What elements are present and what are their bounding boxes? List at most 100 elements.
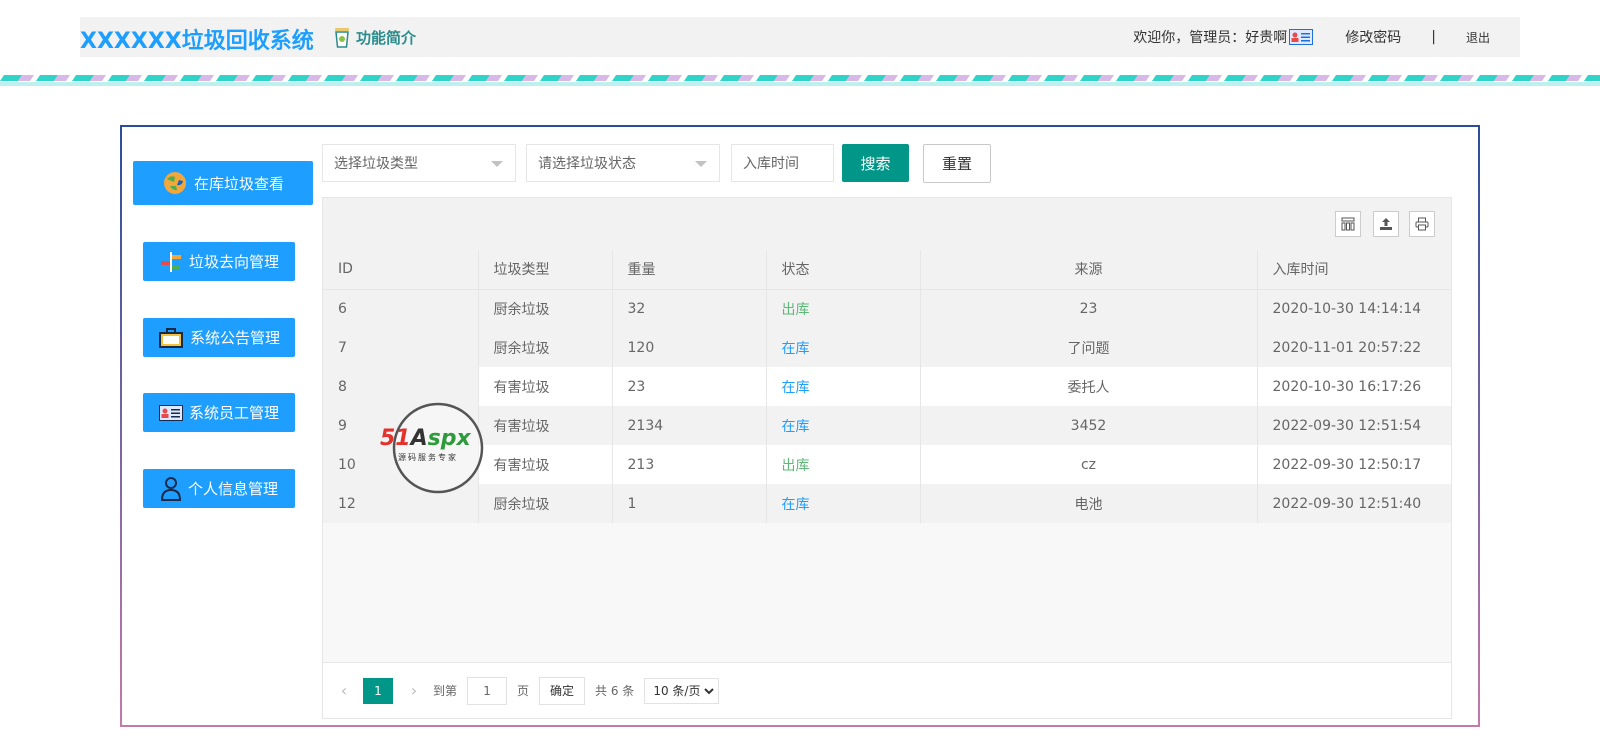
chevron-down-icon bbox=[704, 687, 715, 694]
id-card-icon bbox=[158, 404, 183, 421]
total-count: 共 6 条 bbox=[595, 684, 635, 698]
cell-time: 2022-09-30 12:50:17 bbox=[1257, 445, 1451, 484]
columns-icon bbox=[1341, 217, 1355, 231]
cell-type: 厨余垃圾 bbox=[478, 328, 613, 367]
cell-source: cz bbox=[920, 445, 1258, 484]
logout-link[interactable]: 退出 bbox=[1466, 29, 1490, 46]
cell-source: 了问题 bbox=[920, 328, 1258, 367]
print-button[interactable] bbox=[1409, 211, 1435, 237]
cell-type: 厨余垃圾 bbox=[478, 484, 613, 523]
sidebar-item-label: 在库垃圾查看 bbox=[193, 174, 284, 193]
next-page-icon[interactable]: › bbox=[405, 681, 423, 700]
cell-id: 10 bbox=[323, 445, 479, 484]
app-title: XXXXXX垃圾回收系统 bbox=[80, 29, 314, 54]
columns-filter-button[interactable] bbox=[1335, 211, 1361, 237]
table-row[interactable]: 6 厨余垃圾 32 出库 23 2020-10-30 14:14:14 bbox=[323, 289, 1451, 328]
signpost-icon bbox=[160, 251, 181, 272]
column-header-source[interactable]: 来源 bbox=[920, 250, 1258, 290]
cell-weight: 2134 bbox=[612, 406, 767, 445]
goto-label: 到第 bbox=[433, 684, 458, 698]
reset-button[interactable]: 重置 bbox=[923, 144, 991, 183]
filter-toolbar: 选择垃圾类型 请选择垃圾状态 入库时间 搜索 重置 bbox=[322, 141, 1474, 197]
search-button[interactable]: 搜索 bbox=[842, 144, 909, 182]
cell-status: 在库 bbox=[766, 367, 921, 406]
caret-down-icon bbox=[695, 161, 707, 167]
cell-time: 2022-09-30 12:51:54 bbox=[1257, 406, 1451, 445]
caret-down-icon bbox=[491, 161, 503, 167]
feature-intro-label: 功能简介 bbox=[356, 28, 417, 47]
prev-page-icon[interactable]: ‹ bbox=[335, 681, 353, 700]
cell-weight: 23 bbox=[612, 367, 767, 406]
cell-source: 委托人 bbox=[920, 367, 1258, 406]
goto-confirm-button[interactable]: 确定 bbox=[539, 676, 586, 705]
export-button[interactable] bbox=[1373, 211, 1399, 237]
cell-type: 有害垃圾 bbox=[478, 367, 613, 406]
table-header-row: ID 垃圾类型 重量 状态 来源 入库时间 bbox=[323, 250, 1451, 290]
sidebar-item-announcement[interactable]: 系统公告管理 bbox=[143, 318, 295, 357]
cell-id: 8 bbox=[323, 367, 479, 406]
sidebar-item-inventory[interactable]: 在库垃圾查看 bbox=[133, 161, 313, 205]
sidebar-item-destination[interactable]: 垃圾去向管理 bbox=[143, 242, 295, 281]
export-icon bbox=[1380, 218, 1392, 230]
cell-source: 23 bbox=[920, 289, 1258, 328]
header-separator: | bbox=[1431, 29, 1436, 45]
cell-type: 有害垃圾 bbox=[478, 445, 613, 484]
sidebar-item-staff[interactable]: 系统员工管理 bbox=[143, 393, 295, 432]
page-number-current[interactable]: 1 bbox=[363, 677, 393, 704]
content-area: 选择垃圾类型 请选择垃圾状态 入库时间 搜索 重置 ID 垃圾类型 重量 状态 … bbox=[322, 141, 1474, 719]
sidebar-item-label: 个人信息管理 bbox=[187, 480, 278, 498]
grid-toolbar bbox=[323, 198, 1451, 250]
goto-page-input[interactable]: 1 bbox=[467, 676, 508, 705]
cell-weight: 1 bbox=[612, 484, 767, 523]
garbage-status-select[interactable]: 请选择垃圾状态 bbox=[526, 144, 720, 182]
sidebar-item-profile[interactable]: 个人信息管理 bbox=[143, 469, 295, 508]
main-panel: 在库垃圾查看 垃圾去向管理 系统公告管理 系统员工管理 个人信息管理 选择垃圾类… bbox=[120, 125, 1480, 727]
cell-type: 厨余垃圾 bbox=[478, 289, 613, 328]
stock-date-input[interactable]: 入库时间 bbox=[731, 144, 834, 182]
column-header-time[interactable]: 入库时间 bbox=[1257, 250, 1451, 290]
user-area: 欢迎你，管理员：好贵啊 修改密码 | 退出 bbox=[1133, 17, 1490, 57]
cell-time: 2020-10-30 16:17:26 bbox=[1257, 367, 1451, 406]
garbage-type-select[interactable]: 选择垃圾类型 bbox=[322, 144, 516, 182]
cell-status: 在库 bbox=[766, 406, 921, 445]
page-size-select[interactable]: 10 条/页 bbox=[644, 677, 720, 704]
cell-time: 2022-09-30 12:51:40 bbox=[1257, 484, 1451, 523]
garbage-type-placeholder: 选择垃圾类型 bbox=[334, 156, 418, 172]
column-header-weight[interactable]: 重量 bbox=[612, 250, 767, 290]
cell-time: 2020-11-01 20:57:22 bbox=[1257, 328, 1451, 367]
cell-time: 2020-10-30 14:14:14 bbox=[1257, 289, 1451, 328]
change-password-link[interactable]: 修改密码 bbox=[1345, 27, 1401, 47]
column-header-type[interactable]: 垃圾类型 bbox=[478, 250, 613, 290]
id-card-icon bbox=[1289, 29, 1314, 45]
globe-recycle-icon bbox=[163, 172, 186, 194]
column-header-status[interactable]: 状态 bbox=[766, 250, 921, 290]
briefcase-icon bbox=[158, 327, 183, 348]
cell-status: 出库 bbox=[766, 445, 921, 484]
cell-source: 电池 bbox=[920, 484, 1258, 523]
sidebar-item-label: 垃圾去向管理 bbox=[188, 253, 279, 271]
data-grid: ID 垃圾类型 重量 状态 来源 入库时间 6 厨余垃圾 32 出库 23 20… bbox=[322, 197, 1452, 719]
pagination: ‹ 1 › 到第 1 页 确定 共 6 条 10 条/页 bbox=[323, 662, 1451, 718]
sidebar-item-label: 系统公告管理 bbox=[189, 329, 280, 347]
garbage-status-placeholder: 请选择垃圾状态 bbox=[538, 156, 636, 172]
cell-weight: 120 bbox=[612, 328, 767, 367]
cell-status: 在库 bbox=[766, 484, 921, 523]
table-row[interactable]: 12 厨余垃圾 1 在库 电池 2022-09-30 12:51:40 bbox=[323, 484, 1451, 523]
decorative-ribbon bbox=[0, 74, 1600, 86]
cell-status: 在库 bbox=[766, 328, 921, 367]
cell-weight: 32 bbox=[612, 289, 767, 328]
column-header-id[interactable]: ID bbox=[323, 250, 479, 290]
welcome-text: 欢迎你，管理员：好贵啊 bbox=[1133, 30, 1288, 46]
feature-intro-link[interactable]: 功能简介 bbox=[332, 23, 416, 51]
cell-source: 3452 bbox=[920, 406, 1258, 445]
top-header: XXXXXX垃圾回收系统 功能简介 欢迎你，管理员：好贵啊 修改密码 | 退出 bbox=[80, 17, 1520, 57]
cell-weight: 213 bbox=[612, 445, 767, 484]
cell-status: 出库 bbox=[766, 289, 921, 328]
garbage-table: ID 垃圾类型 重量 状态 来源 入库时间 6 厨余垃圾 32 出库 23 20… bbox=[323, 250, 1451, 523]
table-row[interactable]: 7 厨余垃圾 120 在库 了问题 2020-11-01 20:57:22 bbox=[323, 328, 1451, 367]
cup-icon bbox=[335, 28, 349, 48]
table-row[interactable]: 10 有害垃圾 213 出库 cz 2022-09-30 12:50:17 bbox=[323, 445, 1451, 484]
cell-id: 9 bbox=[323, 406, 479, 445]
table-row[interactable]: 9 有害垃圾 2134 在库 3452 2022-09-30 12:51:54 bbox=[323, 406, 1451, 445]
table-row[interactable]: 8 有害垃圾 23 在库 委托人 2020-10-30 16:17:26 bbox=[323, 367, 1451, 406]
